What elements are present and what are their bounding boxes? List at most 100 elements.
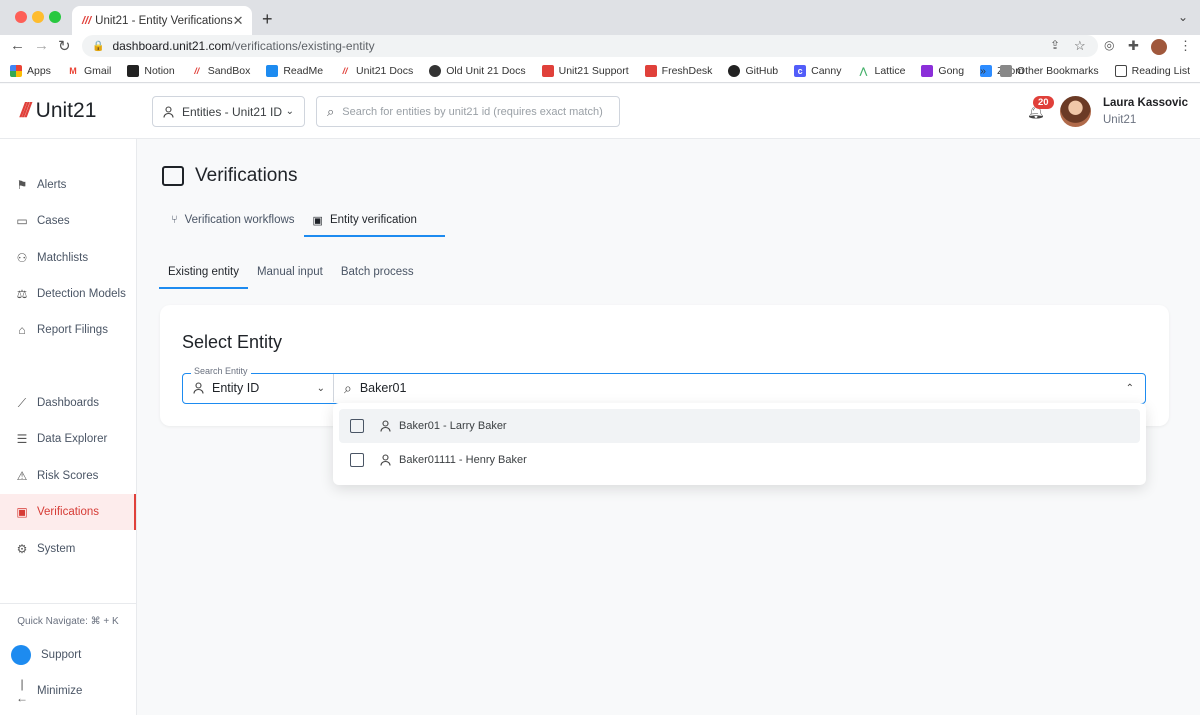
chevron-down-icon: ⌄ (316, 382, 325, 394)
url-path: /verifications/existing-entity (231, 39, 375, 53)
bookmark-unit21-support[interactable]: Unit21 Support (541, 64, 629, 77)
browser-menu-icon[interactable]: ⋮ (1179, 38, 1192, 54)
tab-entity-verification[interactable]: ▣ Entity verification (303, 205, 445, 237)
puzzle-icon[interactable]: ✚ (1128, 38, 1139, 54)
app-header: /// Unit21 Entities - Unit21 ID ⌄ ⌕ Sear… (0, 84, 1200, 139)
checkbox[interactable] (350, 453, 364, 467)
entity-type-select[interactable]: Entities - Unit21 ID ⌄ (152, 96, 305, 127)
bookmark-lattice[interactable]: ⋀ Lattice (857, 64, 905, 77)
global-search-input[interactable]: ⌕ Search for entities by unit21 id (requ… (316, 96, 620, 127)
sidebar-item-dashboards[interactable]: ⟋ Dashboards (0, 385, 136, 421)
sidebar-item-system[interactable]: ⚙ System (0, 531, 136, 567)
address-bar[interactable]: 🔒 dashboard.unit21.com /verifications/ex… (82, 35, 1098, 57)
bookmark-readme[interactable]: ReadMe (266, 64, 323, 77)
bookmark-label: Unit21 Support (558, 64, 629, 77)
bookmark-notion[interactable]: Notion (127, 64, 175, 77)
support-label: Support (41, 649, 82, 661)
user-avatar[interactable] (1060, 96, 1091, 127)
unit21-icon (541, 64, 554, 77)
unit21-logo[interactable]: /// Unit21 (20, 99, 96, 123)
bookmark-sandbox[interactable]: // SandBox (190, 64, 250, 77)
unit21-icon: // (190, 64, 203, 77)
support-button[interactable]: Support (0, 637, 136, 673)
list-item[interactable]: Baker01111 - Henry Baker (339, 443, 1140, 477)
subtab-manual-input[interactable]: Manual input (248, 257, 332, 289)
canny-icon: c (794, 64, 807, 77)
bookmarks-overflow-button[interactable]: » (980, 65, 986, 77)
minimize-sidebar-button[interactable]: |← Minimize (0, 673, 136, 709)
sidebar-item-detection-models[interactable]: ⚖ Detection Models (0, 276, 136, 312)
share-icon[interactable]: ⇪ (1050, 38, 1060, 52)
page-title: Verifications (162, 165, 297, 187)
list-item[interactable]: Baker01 - Larry Baker (339, 409, 1140, 443)
close-tab-icon[interactable]: ✕ (233, 13, 244, 29)
bookmark-label: Apps (27, 64, 51, 77)
global-search-placeholder: Search for entities by unit21 id (requir… (342, 105, 603, 118)
browser-tab[interactable]: /// Unit21 - Entity Verifications ✕ (72, 6, 252, 35)
bookmark-gmail[interactable]: M Gmail (66, 64, 112, 77)
sidebar-item-report-filings[interactable]: ⌂ Report Filings (0, 312, 136, 348)
back-icon[interactable]: ← (10, 37, 25, 54)
bookmark-unit21-docs[interactable]: // Unit21 Docs (339, 64, 413, 77)
chevron-up-icon[interactable]: ⌃ (1126, 383, 1134, 394)
notion-icon (127, 64, 140, 77)
sidebar-item-risk-scores[interactable]: ⚠ Risk Scores (0, 458, 136, 494)
sidebar-item-label: Data Explorer (37, 433, 108, 445)
sidebar-item-label: System (37, 543, 76, 555)
user-org: Unit21 (1103, 114, 1137, 126)
browser-titlebar: /// Unit21 - Entity Verifications ✕ + ⌄ (0, 0, 1200, 35)
tab-verification-workflows[interactable]: ⑂ Verification workflows (162, 205, 304, 237)
quick-navigate-hint: Quick Navigate: ⌘ + K (17, 616, 119, 627)
search-icon: ⌕ (327, 103, 335, 119)
reload-icon[interactable]: ↻ (58, 37, 71, 55)
result-label: Baker01111 - Henry Baker (399, 454, 527, 466)
bookmark-apps[interactable]: Apps (10, 64, 51, 77)
person-icon (380, 420, 391, 432)
entity-search-input[interactable]: ⌕ Baker01 ⌃ (334, 374, 1144, 402)
tab-label: Entity verification (329, 214, 417, 226)
subtab-batch-process[interactable]: Batch process (332, 257, 423, 289)
new-tab-button[interactable]: + (262, 9, 273, 30)
bookmark-label: Gmail (83, 64, 112, 77)
bookmark-github[interactable]: GitHub (728, 64, 779, 77)
sidebar-item-alerts[interactable]: ⚑ Alerts (0, 167, 136, 203)
person-icon (193, 382, 204, 394)
close-window-button[interactable] (15, 11, 27, 23)
sidebar-item-matchlists[interactable]: ⚇ Matchlists (0, 240, 136, 276)
logo-text: Unit21 (35, 99, 97, 122)
maximize-window-button[interactable] (49, 11, 61, 23)
profile-avatar[interactable] (1151, 39, 1167, 55)
bookmark-old-unit21-docs[interactable]: Old Unit 21 Docs (429, 64, 526, 77)
bookmark-freshdesk[interactable]: FreshDesk (644, 64, 713, 77)
entity-subtabs: Existing entity Manual input Batch proce… (159, 257, 423, 289)
unit21-icon: // (339, 64, 352, 77)
subtab-existing-entity[interactable]: Existing entity (159, 257, 248, 289)
sidebar-item-verifications[interactable]: ▣ Verifications (0, 494, 136, 530)
tab-search-chevron-icon[interactable]: ⌄ (1178, 10, 1188, 24)
sidebar-item-cases[interactable]: ▭ Cases (0, 203, 136, 239)
sidebar-item-label: Detection Models (37, 288, 126, 300)
apps-grid-icon (10, 64, 22, 77)
search-type-select[interactable]: Entity ID ⌄ (183, 374, 334, 402)
bookmark-label: GitHub (745, 64, 779, 77)
bookmark-label: Other Bookmarks (1016, 65, 1099, 77)
extension-icon[interactable]: ◎ (1104, 38, 1114, 52)
checkbox[interactable] (350, 419, 364, 433)
bookmark-star-icon[interactable]: ☆ (1074, 38, 1086, 54)
sidebar-item-label: Dashboards (37, 397, 100, 409)
entity-search-field: Search Entity Entity ID ⌄ ⌕ Baker01 ⌃ (182, 366, 1146, 404)
bookmark-gong[interactable]: Gong (921, 64, 964, 77)
sidebar-item-label: Matchlists (37, 252, 89, 264)
person-icon (163, 105, 174, 118)
flag-icon: ⚑ (16, 178, 28, 192)
reading-list[interactable]: Reading List (1114, 65, 1190, 77)
minimize-window-button[interactable] (32, 11, 44, 23)
sidebar-item-data-explorer[interactable]: ☰ Data Explorer (0, 421, 136, 457)
sidebar-item-label: Cases (37, 215, 70, 227)
user-name[interactable]: Laura Kassovic (1103, 97, 1188, 109)
lock-icon: 🔒 (92, 40, 105, 52)
other-bookmarks-folder[interactable]: Other Bookmarks (999, 65, 1099, 77)
bookmark-label: FreshDesk (661, 64, 713, 77)
bookmark-canny[interactable]: c Canny (794, 64, 841, 77)
forward-icon[interactable]: → (34, 37, 49, 54)
